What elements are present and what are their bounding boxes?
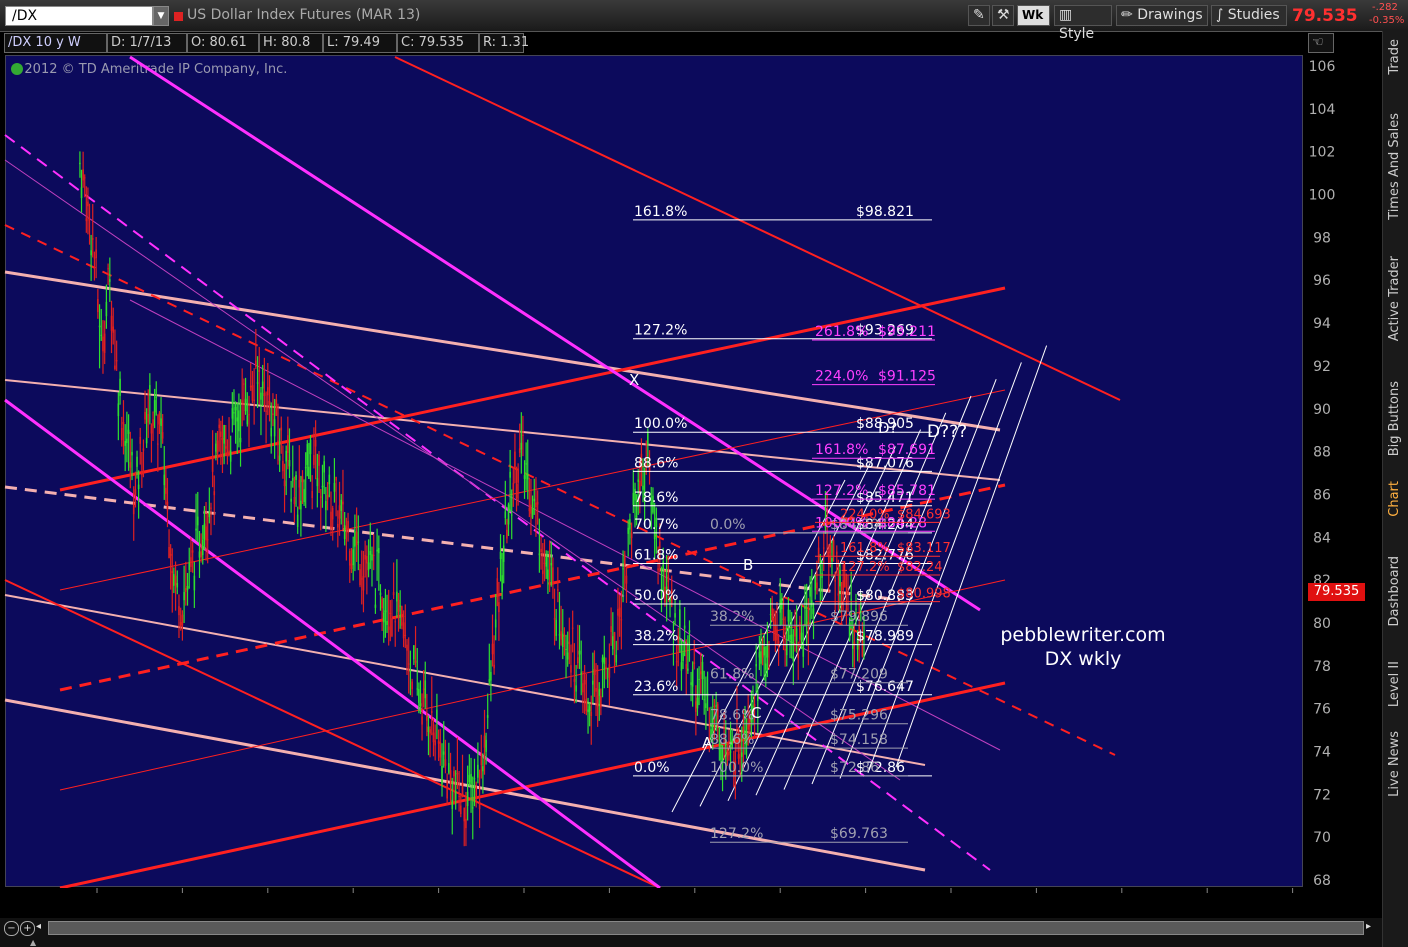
tab-level-ii-label: Level II [1387,661,1402,708]
period-button[interactable]: Wk [1017,5,1050,26]
time-scrollbar[interactable] [48,921,1364,935]
x-axis-ticks: 040506070809101112131415161718 [5,888,1303,900]
studies-label: Studies [1227,7,1280,23]
expand-icon[interactable]: ▲ [30,938,40,947]
bar-range: R: 1.31 [479,33,529,53]
zoom-in-icon[interactable]: + [20,921,35,936]
y-tick-label: 106 [1309,59,1336,75]
tab-live-news-label: Live News [1387,731,1402,797]
tab-active-trader-label: Active Trader [1387,256,1402,342]
chart-area[interactable] [5,55,1303,887]
y-tick-label: 84 [1313,530,1331,546]
tab-chart-label: Chart [1387,481,1402,517]
y-tick-label: 78 [1313,659,1331,675]
tab-big-buttons[interactable]: Big Buttons [1383,381,1408,476]
y-tick-label: 72 [1313,787,1331,803]
bar-open: O: 80.61 [187,33,259,53]
bar-low: L: 79.49 [323,33,397,53]
symbol-dropdown-button[interactable]: ▼ [153,6,169,26]
scroll-right-icon[interactable]: ▸ [1366,921,1376,934]
bar-high: H: 80.8 [259,33,323,53]
tab-dashboard-label: Dashboard [1387,556,1402,627]
y-tick-label: 74 [1313,744,1331,760]
tab-live-news[interactable]: Live News [1383,731,1408,816]
style-label: Style [1059,26,1095,42]
tab-chart[interactable]: Chart [1383,481,1408,536]
y-tick-label: 76 [1313,702,1331,718]
y-tick-label: 104 [1309,102,1336,118]
drawing-tools-icon[interactable]: ✎ [968,5,990,26]
pencil-icon: ✏ [1121,7,1133,23]
studies-button[interactable]: ∫ Studies [1211,5,1287,26]
net-change: -.282 [1372,2,1398,13]
y-tick-label: 70 [1313,830,1331,846]
studies-icon: ∫ [1216,7,1224,23]
chart-period-label[interactable]: /DX 10 y W [4,33,107,53]
y-tick-label: 68 [1313,873,1331,889]
y-tick-label: 100 [1309,188,1336,204]
tab-times-and-sales-label: Times And Sales [1387,113,1402,220]
drawings-button[interactable]: ✏ Drawings [1116,5,1208,26]
y-tick-label: 92 [1313,359,1331,375]
symbol-input[interactable]: /DX [5,6,153,26]
bar-date: D: 1/7/13 [107,33,187,53]
tab-active-trader[interactable]: Active Trader [1383,256,1408,366]
tab-dashboard[interactable]: Dashboard [1383,556,1408,646]
copyright-text: 2012 © TD Ameritrade IP Company, Inc. [12,62,287,77]
symbol-value: /DX [12,8,38,24]
last-price-tag: 79.535 [1308,583,1365,601]
y-tick-label: 94 [1313,316,1331,332]
style-button[interactable]: ▥ Style [1054,5,1112,42]
scroll-left-icon[interactable]: ◂ [36,921,46,934]
x-axis-bg [5,888,1303,900]
bar-close: C: 79.535 [397,33,479,53]
wrench-icon[interactable]: ⚒ [992,5,1014,26]
style-icon: ▥ [1059,7,1073,23]
copyright-label: 2012 © TD Ameritrade IP Company, Inc. [24,62,288,77]
tab-big-buttons-label: Big Buttons [1387,381,1402,457]
y-tick-label: 90 [1313,402,1331,418]
top-toolbar: /DX ▼ US Dollar Index Futures (MAR 13) ✎… [0,0,1408,42]
instrument-title: US Dollar Index Futures (MAR 13) [187,7,421,23]
tab-times-and-sales[interactable]: Times And Sales [1383,113,1408,241]
tab-level-ii[interactable]: Level II [1383,661,1408,721]
y-tick-label: 102 [1309,145,1336,161]
tab-trade[interactable]: Trade [1383,39,1408,99]
y-axis-bg [1304,55,1340,887]
cursor-tool-icon[interactable]: ☜ [1308,33,1334,53]
zoom-out-icon[interactable]: − [4,921,19,936]
y-axis-ticks: 6870727476788082848688909294969810010210… [1304,55,1340,889]
right-sidebar: Trade Times And Sales Active Trader Big … [1382,31,1408,947]
last-price: 79.535 [1292,6,1358,26]
y-tick-label: 88 [1313,445,1331,461]
percent-change: -0.35% [1369,15,1405,26]
y-tick-label: 98 [1313,230,1331,246]
y-tick-label: 80 [1313,616,1331,632]
y-tick-label: 96 [1313,273,1331,289]
symbol-color-icon [174,12,183,21]
tab-trade-label: Trade [1387,39,1402,75]
drawings-label: Drawings [1137,7,1203,23]
y-tick-label: 86 [1313,487,1331,503]
